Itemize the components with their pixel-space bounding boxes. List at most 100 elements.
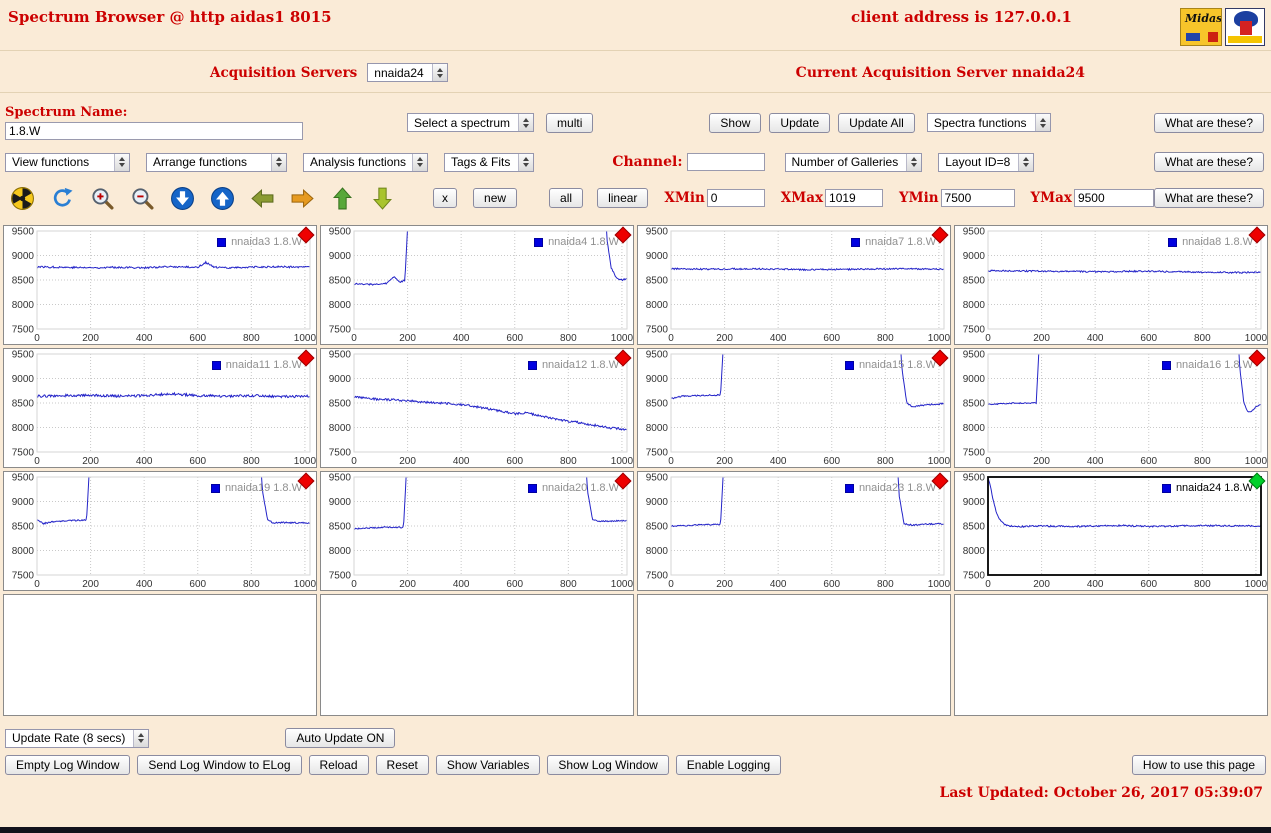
view-functions-select[interactable]: View functions [5,152,130,172]
legend-label: nnaida11 1.8.W [225,359,302,371]
chart-legend: nnaida7 1.8.W [851,236,936,248]
show-button[interactable]: Show [709,112,762,133]
svg-text:8000: 8000 [12,300,35,311]
spectra-functions-select[interactable]: Spectra functions [926,113,1051,132]
svg-text:8000: 8000 [12,546,35,557]
spectrum-chart-nnaida19[interactable]: 9500 9000 8500 8000 7500 0 200 400 600 800 1000 nna… [3,471,317,591]
layout-id-select[interactable]: Layout ID=8 [938,152,1035,172]
how-to-use-button[interactable]: How to use this page [1131,755,1266,775]
spectrum-chart-nnaida7[interactable]: 9500 9000 8500 8000 7500 0 200 400 600 800 1000 nna… [637,225,951,345]
svg-text:400: 400 [136,333,153,344]
svg-text:9500: 9500 [329,227,352,238]
spectrum-chart-nnaida4[interactable]: 9500 9000 8500 8000 7500 0 200 400 600 800 1000 nna… [320,225,634,345]
what-are-these-button-1[interactable]: What are these? [1153,112,1264,133]
radiation-icon[interactable] [9,185,35,211]
svg-text:7500: 7500 [963,571,986,582]
svg-text:200: 200 [1033,333,1050,344]
svg-text:200: 200 [399,456,416,467]
update-button[interactable]: Update [769,112,831,133]
svg-text:400: 400 [1087,579,1104,590]
spectrum-chart-nnaida12[interactable]: 9500 9000 8500 8000 7500 0 200 400 600 800 1000 nna… [320,348,634,468]
channel-input[interactable] [686,153,765,171]
legend-label: nnaida8 1.8.W [1182,236,1253,248]
empty-log-window-button[interactable]: Empty Log Window [5,755,131,775]
svg-text:8500: 8500 [963,399,986,410]
new-button[interactable]: new [473,188,518,208]
spectrum-name-input[interactable] [5,122,303,140]
number-of-galleries-select[interactable]: Number of Galleries [784,152,923,172]
svg-text:800: 800 [243,456,260,467]
spectrum-chart-nnaida8[interactable]: 9500 9000 8500 8000 7500 0 200 400 600 800 1000 nna… [954,225,1268,345]
scroll-down-icon[interactable] [169,185,195,211]
spectrum-chart-nnaida3[interactable]: 9500 9000 8500 8000 7500 0 200 400 600 800 1000 nna… [3,225,317,345]
what-are-these-button-2[interactable]: What are these? [1153,152,1264,172]
svg-text:1000: 1000 [611,456,633,467]
footer-row-2: Empty Log Window Send Log Window to ELog… [0,748,1271,775]
xmin-label: XMin [664,190,705,206]
tags-fits-select[interactable]: Tags & Fits [444,152,535,172]
svg-text:0: 0 [34,456,40,467]
empty-gallery-cell [954,594,1268,716]
spectrum-chart-nnaida23[interactable]: 9500 9000 8500 8000 7500 0 200 400 600 800 1000 nna… [637,471,951,591]
select-a-spectrum-select[interactable]: Select a spectrum [407,113,535,132]
legend-swatch-icon [1161,483,1171,493]
svg-text:9500: 9500 [963,227,986,238]
show-variables-button[interactable]: Show Variables [435,755,541,775]
spectrum-chart-nnaida16[interactable]: 9500 9000 8500 8000 7500 0 200 400 600 800 1000 nna… [954,348,1268,468]
pan-right-icon[interactable] [289,185,315,211]
legend-label: nnaida24 1.8.W [1175,482,1253,494]
update-all-button[interactable]: Update All [838,112,915,133]
reset-button[interactable]: Reset [375,755,429,775]
svg-text:9000: 9000 [646,251,669,262]
analysis-functions-select[interactable]: Analysis functions [303,152,428,172]
linear-button[interactable]: linear [597,188,649,208]
svg-text:7500: 7500 [12,325,35,336]
svg-text:800: 800 [243,333,260,344]
logos: Midas [1180,8,1265,46]
chart-legend: nnaida23 1.8.W [844,482,936,494]
zoom-in-icon[interactable] [89,185,115,211]
legend-swatch-icon [1168,237,1178,247]
svg-text:9000: 9000 [12,374,35,385]
multi-button[interactable]: multi [546,112,594,133]
pan-left-icon[interactable] [249,185,275,211]
svg-text:0: 0 [985,456,991,467]
select-arrows-icon [271,153,286,171]
svg-text:9500: 9500 [329,473,352,484]
select-arrows-icon [133,729,149,747]
arrange-functions-select[interactable]: Arrange functions [146,152,287,172]
auto-update-button[interactable]: Auto Update ON [285,728,396,748]
legend-label: nnaida23 1.8.W [858,482,936,494]
update-rate-select[interactable]: Update Rate (8 secs) [5,728,150,748]
spectrum-chart-nnaida24[interactable]: 9500 9000 8500 8000 7500 0 200 400 600 800 1000 nna… [954,471,1268,591]
spectrum-chart-nnaida20[interactable]: 9500 9000 8500 8000 7500 0 200 400 600 800 1000 nna… [320,471,634,591]
svg-text:8000: 8000 [646,300,669,311]
svg-text:7500: 7500 [12,448,35,459]
show-log-window-button[interactable]: Show Log Window [547,755,669,775]
enable-logging-button[interactable]: Enable Logging [675,755,782,775]
reload-button[interactable]: Reload [308,755,369,775]
xmax-input[interactable] [825,189,884,207]
legend-swatch-icon [527,483,537,493]
legend-swatch-icon [210,483,220,493]
all-button[interactable]: all [549,188,584,208]
scroll-up-icon[interactable] [209,185,235,211]
svg-text:200: 200 [82,456,99,467]
select-arrows-icon [906,153,922,171]
ymin-input[interactable] [940,189,1015,207]
ymax-input[interactable] [1073,189,1154,207]
svg-text:8500: 8500 [12,276,35,287]
x-button[interactable]: x [433,188,458,208]
pan-down-icon[interactable] [369,185,395,211]
acquisition-server-select[interactable]: nnaida24 [367,63,448,82]
zoom-out-icon[interactable] [129,185,155,211]
svg-text:800: 800 [877,579,894,590]
refresh-icon[interactable] [49,185,75,211]
spectrum-chart-nnaida11[interactable]: 9500 9000 8500 8000 7500 0 200 400 600 800 1000 nna… [3,348,317,468]
xmin-input[interactable] [706,189,765,207]
what-are-these-button-3[interactable]: What are these? [1153,188,1264,208]
pan-up-icon[interactable] [329,185,355,211]
spectrum-chart-nnaida15[interactable]: 9500 9000 8500 8000 7500 0 200 400 600 800 1000 nna… [637,348,951,468]
spectrum-row: Spectrum Name: Select a spectrum multi S… [0,95,1271,144]
send-log-window-button[interactable]: Send Log Window to ELog [137,755,302,775]
